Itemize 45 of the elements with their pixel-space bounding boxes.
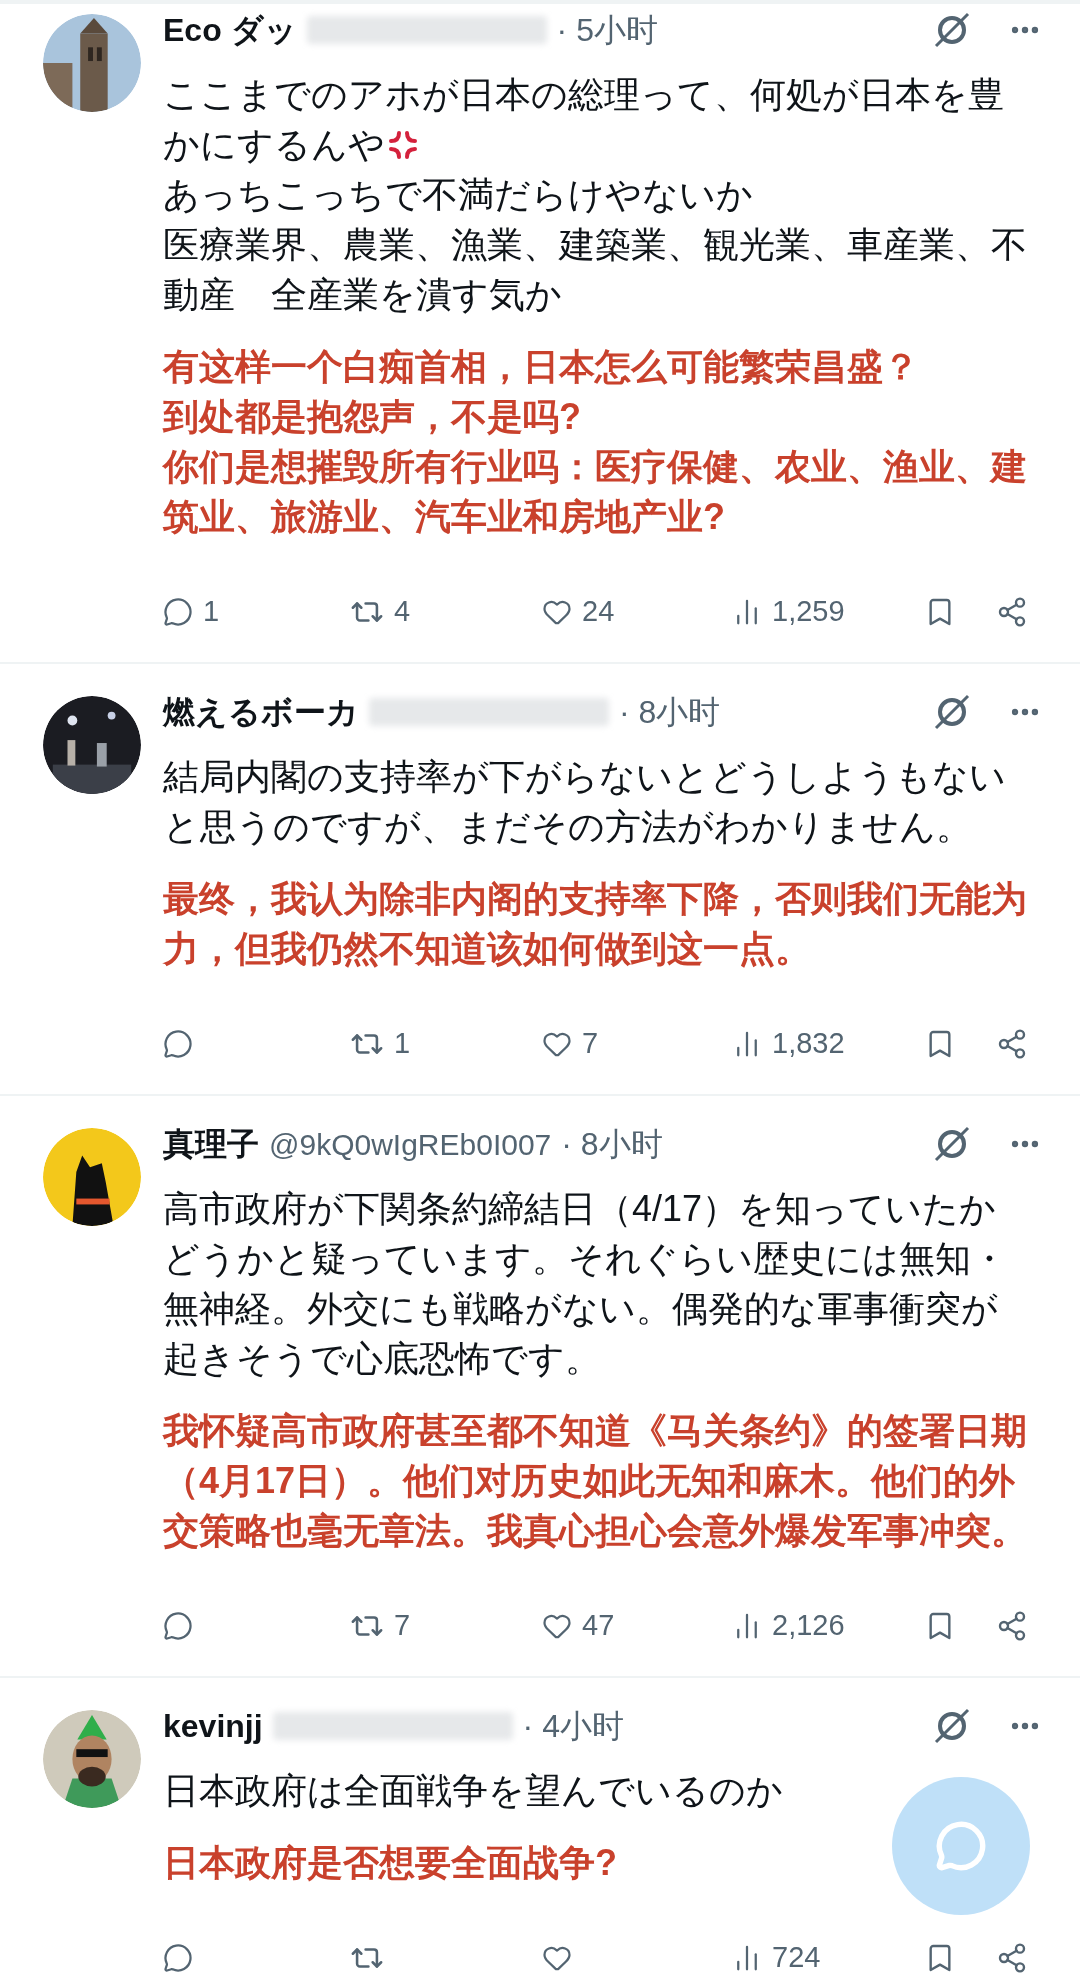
action-count: 7 bbox=[582, 1026, 599, 1062]
post-text: あっちこっちで不満だらけやないか bbox=[163, 173, 753, 217]
translation-text: 到处都是抱怨声，不是吗? bbox=[163, 395, 581, 439]
action-count: 4 bbox=[394, 594, 411, 630]
author-name[interactable]: kevinjj bbox=[163, 1702, 263, 1750]
author-name[interactable]: Eco ダッ bbox=[163, 6, 297, 54]
slashed-circle-icon[interactable] bbox=[932, 10, 972, 50]
action-count: 1,832 bbox=[772, 1026, 845, 1062]
share-icon[interactable] bbox=[996, 596, 1028, 628]
post-text: 医療業界、農業、漁業、建築業、観光業、車産業、不動産 全産業を潰す気か bbox=[163, 223, 1028, 317]
post-time: · 5小时 bbox=[556, 11, 658, 50]
action-count: 1 bbox=[394, 1026, 411, 1062]
slashed-circle-icon[interactable] bbox=[932, 1706, 972, 1746]
author-name[interactable]: 燃えるボーカ bbox=[163, 688, 359, 736]
action-count: 24 bbox=[582, 594, 615, 630]
action-count: 1 bbox=[203, 594, 220, 630]
reply-icon[interactable] bbox=[163, 597, 193, 627]
action-count: 724 bbox=[772, 1940, 821, 1976]
post-time: · 4小时 bbox=[522, 1707, 624, 1746]
translation-text: 最终，我认为除非内阁的支持率下降，否则我们无能为力，但我仍然不知道该如何做到这一点。 bbox=[163, 877, 1028, 971]
share-icon[interactable] bbox=[996, 1610, 1028, 1642]
translation-text: 日本政府是否想要全面战争? bbox=[163, 1841, 617, 1885]
action-count: 1,259 bbox=[772, 594, 845, 630]
post-text: ここまでのアホが日本の総理って、何処が日本を豊かにするんや bbox=[163, 73, 1005, 167]
slashed-circle-icon[interactable] bbox=[932, 1124, 972, 1164]
translation-text: 你们是想摧毁所有行业吗：医疗保健、农业、渔业、建筑业、旅游业、汽车业和房地产业? bbox=[163, 445, 1028, 539]
post-text: 結局内閣の支持率が下がらないとどうしようもないと思うのですが、まだその方法がわかりません。 bbox=[163, 755, 1007, 849]
post-time: · 8小时 bbox=[619, 693, 721, 732]
post-text: 日本政府は全面戦争を望んでいるのか bbox=[163, 1769, 783, 1813]
user-handle[interactable]: @9kQ0wIgREb0I007 bbox=[269, 1121, 552, 1167]
reply-icon[interactable] bbox=[163, 1611, 193, 1641]
reply-icon[interactable] bbox=[163, 1029, 193, 1059]
action-count: 47 bbox=[582, 1608, 615, 1644]
share-icon[interactable] bbox=[996, 1028, 1028, 1060]
speech-bubble-icon bbox=[935, 1820, 987, 1872]
author-name[interactable]: 真理子 bbox=[163, 1120, 259, 1168]
post-text: 高市政府が下関条約締結日（4/17）を知っていたかどうかと疑っています。それぐらい歴史には無知・無神経。外交にも戦略がない。偶発的な軍事衝突が起きそうで心底恐怖です。 bbox=[163, 1187, 1008, 1381]
translation-text: 有这样一个白痴首相，日本怎么可能繁荣昌盛？ bbox=[163, 345, 919, 389]
post-time: · 8小时 bbox=[561, 1125, 663, 1164]
reply-icon[interactable] bbox=[163, 1943, 193, 1973]
share-icon[interactable] bbox=[996, 1942, 1028, 1974]
translation-text: 我怀疑高市政府甚至都不知道《马关条约》的签署日期（4月17日）。他们对历史如此无知和麻木。他们的外交策略也毫无章法。我真心担心会意外爆发军事冲突。 bbox=[163, 1409, 1028, 1553]
action-count: 2,126 bbox=[772, 1608, 845, 1644]
slashed-circle-icon[interactable] bbox=[932, 692, 972, 732]
action-count: 7 bbox=[394, 1608, 411, 1644]
